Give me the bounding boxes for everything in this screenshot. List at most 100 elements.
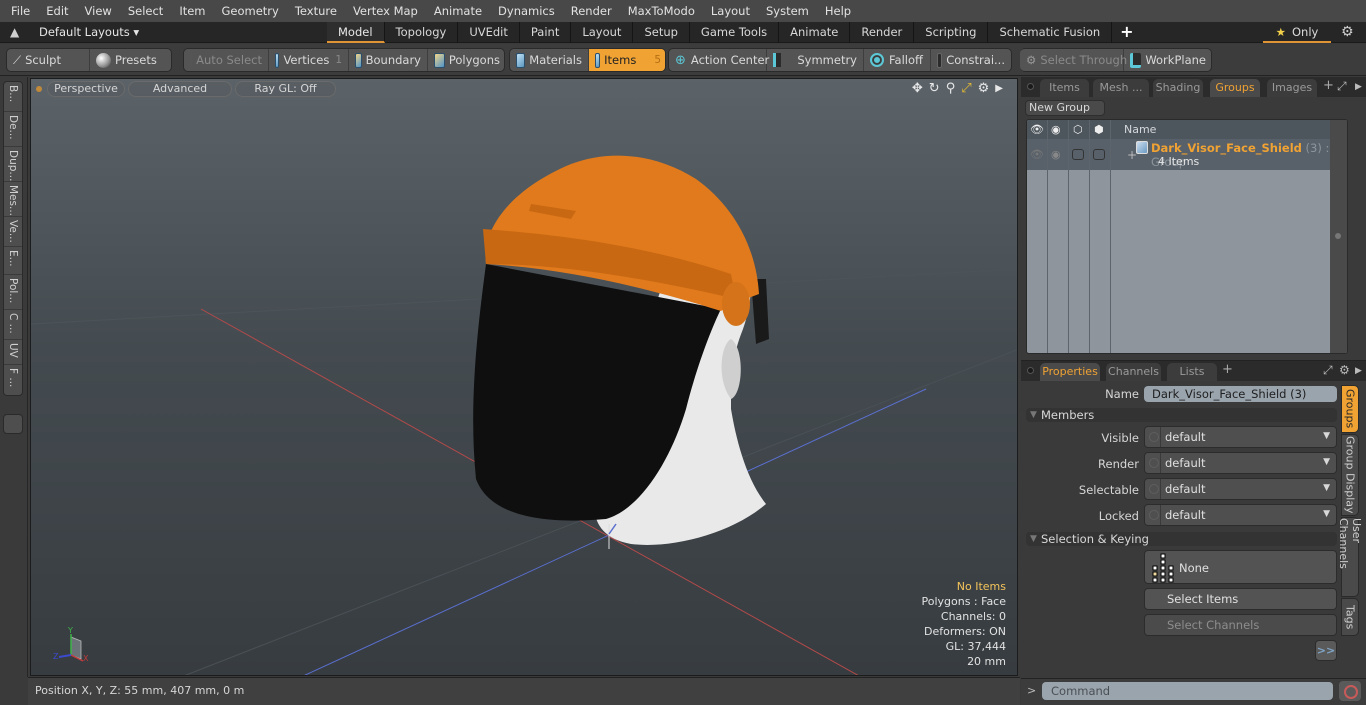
- groups-list-scrollbar[interactable]: [1330, 120, 1347, 353]
- workplane-button[interactable]: WorkPlane: [1124, 49, 1211, 71]
- add-tab-button[interactable]: +: [1112, 22, 1141, 43]
- shading-mode-button[interactable]: Advanced: [128, 81, 232, 97]
- selectable-dropdown[interactable]: default ▼: [1144, 478, 1337, 500]
- tool-tab-extra[interactable]: [3, 414, 23, 434]
- panel-menu-dot[interactable]: [1027, 367, 1034, 374]
- menu-file[interactable]: File: [0, 0, 38, 22]
- maximize-icon[interactable]: ⤢: [961, 81, 971, 96]
- boundary-button[interactable]: Boundary: [349, 49, 428, 71]
- tab-layout[interactable]: Layout: [571, 22, 634, 43]
- select-channels-button[interactable]: Select Channels: [1144, 614, 1337, 636]
- name-column-header[interactable]: Name: [1124, 123, 1156, 136]
- viewport-menu-dot[interactable]: [36, 86, 42, 92]
- raygl-button[interactable]: Ray GL: Off: [235, 81, 336, 97]
- render-dropdown[interactable]: default ▼: [1144, 452, 1337, 474]
- tab-game-tools[interactable]: Game Tools: [690, 22, 780, 43]
- symmetry-button[interactable]: Symmetry: [767, 49, 864, 71]
- vertices-button[interactable]: Vertices 1: [269, 49, 349, 71]
- tab-lists[interactable]: Lists: [1167, 363, 1217, 381]
- tab-topology[interactable]: Topology: [385, 22, 459, 43]
- menu-maxtomodo[interactable]: MaxToModo: [620, 0, 703, 22]
- select-through-button[interactable]: ⚙ Select Through: [1020, 49, 1127, 71]
- add-panel-tab-icon[interactable]: +: [1323, 78, 1334, 93]
- side-tab-user-channels[interactable]: User Channels: [1337, 517, 1363, 597]
- group-name-field[interactable]: Dark_Visor_Face_Shield (3): [1144, 386, 1337, 402]
- tab-uvedit[interactable]: UVEdit: [458, 22, 520, 43]
- visible-dropdown[interactable]: default ▼: [1144, 426, 1337, 448]
- auto-select-button[interactable]: Auto Select: [184, 49, 269, 71]
- menu-edit[interactable]: Edit: [38, 0, 76, 22]
- keying-mode-button[interactable]: None: [1144, 550, 1337, 584]
- menu-view[interactable]: View: [77, 0, 120, 22]
- render-column-camera-icon[interactable]: ◉: [1051, 123, 1061, 136]
- row-visibility-eye-icon[interactable]: 👁: [1030, 148, 1044, 161]
- select-items-button[interactable]: Select Items: [1144, 588, 1337, 610]
- tab-shading[interactable]: Shading: [1153, 79, 1203, 97]
- panel-expand-icon[interactable]: ⤢: [1323, 363, 1333, 378]
- view-mode-button[interactable]: Perspective: [47, 81, 125, 97]
- new-group-button[interactable]: New Group: [1025, 100, 1105, 116]
- menu-render[interactable]: Render: [563, 0, 620, 22]
- tool-tab-vertex[interactable]: Ve...: [4, 217, 22, 247]
- selection-keying-section[interactable]: ▼ Selection & Keying: [1026, 532, 1337, 546]
- tool-tab-uv[interactable]: UV: [4, 340, 22, 365]
- add-panel-tab-icon[interactable]: +: [1222, 362, 1233, 377]
- rotate-icon[interactable]: ↻: [929, 81, 940, 96]
- tool-tab-basic[interactable]: B...: [4, 82, 22, 112]
- tool-tab-mesh-edit[interactable]: Mes...: [4, 182, 22, 217]
- zoom-icon[interactable]: ⚲: [946, 81, 956, 96]
- tab-render[interactable]: Render: [850, 22, 915, 43]
- tool-tab-deform[interactable]: De...: [4, 112, 22, 147]
- command-input[interactable]: Command: [1042, 682, 1333, 700]
- scroll-knob[interactable]: [1335, 233, 1341, 239]
- layout-dropdown[interactable]: Default Layouts ▾: [39, 25, 139, 39]
- tab-properties[interactable]: Properties: [1040, 363, 1100, 381]
- items-button[interactable]: Items 5: [589, 49, 665, 71]
- tab-paint[interactable]: Paint: [520, 22, 572, 43]
- tool-tab-curve[interactable]: C ...: [4, 310, 22, 340]
- tool-tab-duplicate[interactable]: Dup...: [4, 147, 22, 182]
- record-macro-icon[interactable]: [1339, 681, 1361, 701]
- menu-system[interactable]: System: [758, 0, 817, 22]
- pan-icon[interactable]: ✥: [912, 81, 923, 96]
- selectable-radio[interactable]: [1149, 484, 1159, 494]
- locked-dropdown[interactable]: default ▼: [1144, 504, 1337, 526]
- tab-mesh[interactable]: Mesh ...: [1093, 79, 1149, 97]
- falloff-button[interactable]: Falloff: [864, 49, 931, 71]
- panel-menu-dot[interactable]: [1027, 83, 1034, 90]
- only-toggle[interactable]: ★ Only: [1263, 22, 1331, 43]
- select-column-cube-icon[interactable]: ⬡: [1073, 123, 1083, 136]
- menu-help[interactable]: Help: [817, 0, 859, 22]
- tool-tab-edge[interactable]: E...: [4, 247, 22, 275]
- render-radio[interactable]: [1149, 458, 1159, 468]
- action-center-button[interactable]: ⊕ Action Center: [669, 49, 769, 71]
- side-tab-tags[interactable]: Tags: [1341, 598, 1359, 636]
- constraints-button[interactable]: Constrai...: [931, 49, 1011, 71]
- group-row[interactable]: 👁 ◉ + Dark_Visor_Face_Shield (3) : Group…: [1027, 139, 1347, 170]
- row-lock-toggle[interactable]: [1093, 149, 1105, 160]
- menu-item[interactable]: Item: [171, 0, 213, 22]
- side-tab-group-display[interactable]: Group Display: [1341, 434, 1359, 516]
- row-select-toggle[interactable]: [1072, 149, 1084, 160]
- tab-groups[interactable]: Groups: [1210, 79, 1260, 97]
- menu-texture[interactable]: Texture: [287, 0, 345, 22]
- tool-tab-fusion[interactable]: F ...: [4, 365, 22, 395]
- viewport-gear-icon[interactable]: ⚙: [978, 81, 990, 96]
- tool-tab-polygon[interactable]: Pol...: [4, 275, 22, 310]
- collapse-up-icon[interactable]: ▲: [10, 25, 19, 39]
- panel-arrow-icon[interactable]: ▶: [1355, 366, 1362, 376]
- menu-vertex-map[interactable]: Vertex Map: [345, 0, 426, 22]
- lock-column-cube-icon[interactable]: ⬢: [1094, 123, 1104, 136]
- viewport-expand-arrow-icon[interactable]: ▶: [995, 83, 1003, 96]
- more-button[interactable]: >>: [1315, 640, 1337, 661]
- tab-items[interactable]: Items: [1040, 79, 1089, 97]
- menu-layout[interactable]: Layout: [703, 0, 758, 22]
- menu-select[interactable]: Select: [120, 0, 171, 22]
- presets-button[interactable]: Presets: [90, 49, 171, 71]
- locked-radio[interactable]: [1149, 510, 1159, 520]
- row-render-camera-icon[interactable]: ◉: [1051, 148, 1061, 161]
- members-section[interactable]: ▼ Members: [1026, 408, 1337, 422]
- 3d-viewport[interactable]: Y X Z Perspective Advanced Ray GL: Off ✥…: [30, 78, 1018, 676]
- menu-dynamics[interactable]: Dynamics: [490, 0, 563, 22]
- menu-geometry[interactable]: Geometry: [214, 0, 287, 22]
